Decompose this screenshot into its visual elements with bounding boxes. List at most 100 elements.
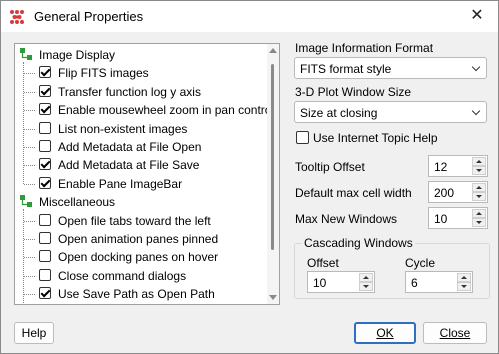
cascade-offset-value: 10 — [313, 276, 327, 290]
group-node-icon — [20, 48, 32, 60]
spin-up-button[interactable] — [472, 209, 486, 218]
arrow-down-icon — [476, 221, 482, 224]
option-checkbox[interactable] — [39, 158, 51, 171]
image-info-format-value: FITS format style — [300, 62, 392, 76]
window-title: General Properties — [34, 9, 144, 24]
option-checkbox[interactable] — [39, 66, 51, 79]
cell-width-spinner[interactable]: 200 — [428, 181, 488, 203]
image-info-format-label: Image Information Format — [295, 41, 434, 55]
tree-option-item[interactable]: Enable mousewheel zoom in pan control — [15, 101, 267, 119]
chevron-down-icon — [471, 106, 481, 116]
tooltip-offset-label: Tooltip Offset — [295, 160, 365, 174]
plot-size-select[interactable]: Size at closing — [294, 101, 487, 123]
ok-button[interactable]: OK — [354, 322, 416, 344]
option-checkbox[interactable] — [39, 287, 51, 300]
tree-option-item[interactable]: Enable Pane ImageBar — [15, 175, 265, 193]
title-bar: General Properties ✕ — [1, 1, 498, 32]
arrow-down-icon — [461, 285, 467, 288]
option-checkbox[interactable] — [39, 103, 51, 116]
arrow-up-icon — [363, 276, 369, 279]
cascade-cycle-label: Cycle — [405, 256, 436, 270]
tree-connector — [24, 110, 35, 112]
tree-connector-line — [23, 209, 24, 304]
option-label: List non-existent images — [58, 121, 188, 136]
cascade-cycle-spinner[interactable]: 6 — [405, 271, 473, 293]
tree-option-item[interactable]: Open animation panes pinned — [15, 230, 265, 248]
option-checkbox[interactable] — [39, 250, 51, 263]
spin-down-button[interactable] — [472, 192, 486, 201]
internet-help-label: Use Internet Topic Help — [313, 131, 438, 145]
internet-help-checkbox[interactable] — [296, 131, 309, 144]
option-checkbox[interactable] — [39, 176, 51, 189]
arrow-up-icon — [476, 186, 482, 189]
plot-size-value: Size at closing — [300, 106, 378, 120]
tree-connector — [24, 220, 35, 222]
option-checkbox[interactable] — [39, 232, 51, 244]
close-window-icon[interactable]: ✕ — [463, 5, 491, 27]
tree-connector — [24, 257, 35, 259]
tree-connector — [24, 91, 35, 93]
scroll-up-icon[interactable] — [269, 48, 277, 53]
tree-group-label: Image Display — [39, 48, 116, 62]
option-label: Use Save Path as Open Path — [58, 287, 215, 302]
chevron-down-icon — [471, 62, 481, 72]
tree-connector — [24, 183, 35, 185]
spin-up-button[interactable] — [359, 273, 373, 282]
options-tree-list: Image Display Flip FITS images Transfer fu… — [15, 44, 267, 304]
tree-scrollbar[interactable] — [267, 44, 279, 304]
option-checkbox[interactable] — [39, 121, 51, 134]
max-windows-spinner[interactable]: 10 — [428, 207, 488, 229]
scrollbar-thumb[interactable] — [271, 64, 274, 250]
tree-connector — [24, 275, 35, 277]
plot-size-label: 3-D Plot Window Size — [295, 85, 412, 99]
option-label: Transfer function log y axis — [58, 84, 201, 99]
tooltip-offset-value: 12 — [434, 160, 448, 174]
tree-connector — [24, 239, 35, 240]
tree-option-item[interactable]: List non-existent images — [15, 120, 265, 138]
help-button[interactable]: Help — [14, 322, 54, 344]
spin-up-button[interactable] — [472, 183, 486, 192]
option-label: Open docking panes on hover — [58, 250, 219, 265]
tooltip-offset-spinner[interactable]: 12 — [428, 155, 488, 177]
option-checkbox[interactable] — [39, 213, 51, 226]
tree-option-item[interactable]: Open file tabs toward the left — [15, 212, 265, 230]
option-checkbox[interactable] — [39, 140, 51, 152]
tree-option-item[interactable]: Close command dialogs — [15, 267, 265, 285]
cascade-offset-label: Offset — [307, 256, 339, 270]
tree-option-item[interactable]: Open docking panes on hover — [15, 248, 265, 266]
arrow-down-icon — [363, 285, 369, 288]
tree-option-item[interactable]: Add Metadata at File Open — [15, 138, 265, 156]
tree-connector — [24, 73, 35, 75]
option-checkbox[interactable] — [39, 268, 51, 281]
tree-group-label: Miscellaneous — [39, 195, 116, 210]
arrow-up-icon — [476, 160, 482, 163]
option-label: Open animation panes pinned — [58, 232, 219, 246]
spin-down-button[interactable] — [472, 218, 486, 227]
tree-option-item[interactable]: Add Metadata at File Save — [15, 156, 265, 174]
properties-dialog: General Properties ✕ Image Display Flip F… — [0, 0, 499, 354]
option-label: Add Metadata at File Save — [58, 158, 200, 173]
spin-down-button[interactable] — [472, 166, 486, 175]
tree-option-item[interactable]: Use Save Path as Open Path — [15, 285, 265, 303]
scroll-down-icon[interactable] — [269, 295, 277, 300]
cascade-offset-spinner[interactable]: 10 — [307, 271, 375, 293]
tree-group[interactable]: Image Display — [15, 46, 265, 64]
tree-option-item[interactable]: Flip FITS images — [15, 64, 265, 82]
max-windows-value: 10 — [434, 212, 448, 226]
tree-group[interactable]: Miscellaneous — [15, 193, 265, 211]
tree-connector — [24, 165, 35, 167]
image-info-format-select[interactable]: FITS format style — [294, 57, 487, 79]
spin-down-button[interactable] — [457, 282, 471, 291]
spin-up-button[interactable] — [472, 157, 486, 166]
options-tree[interactable]: Image Display Flip FITS images Transfer fu… — [14, 43, 280, 305]
spin-up-button[interactable] — [457, 273, 471, 282]
tree-connector — [24, 147, 35, 148]
close-button[interactable]: Close — [423, 322, 487, 344]
tree-option-item[interactable]: Transfer function log y axis — [15, 83, 265, 101]
option-checkbox[interactable] — [39, 84, 51, 97]
arrow-up-icon — [476, 212, 482, 215]
spin-down-button[interactable] — [359, 282, 373, 291]
option-label: Close command dialogs — [58, 268, 187, 283]
option-label: Enable mousewheel zoom in pan control — [58, 103, 267, 118]
arrow-down-icon — [476, 195, 482, 198]
